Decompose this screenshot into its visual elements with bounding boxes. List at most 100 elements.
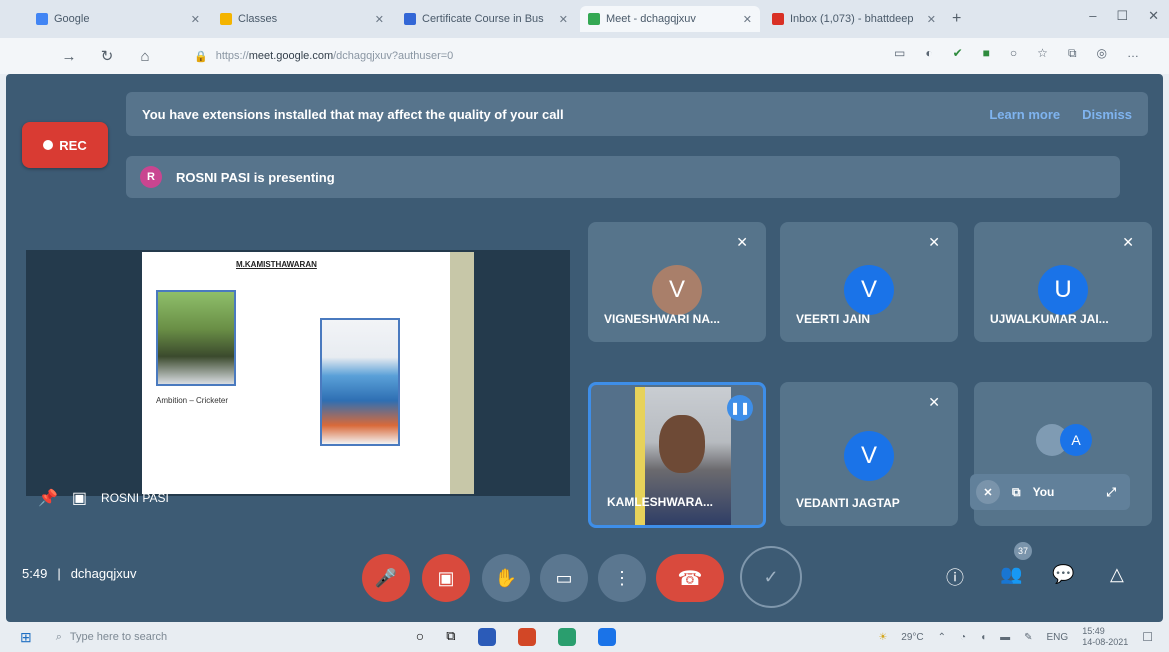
edge-icon[interactable] <box>557 628 576 646</box>
mic-off-icon[interactable]: ✕ <box>976 480 1000 504</box>
participant-name: VEDANTI JAGTAP <box>796 496 900 510</box>
presenter-name: ROSNI PASI <box>101 491 169 505</box>
avatar: U <box>1038 265 1088 315</box>
student-photo <box>156 290 236 386</box>
word-icon[interactable] <box>477 628 496 646</box>
participant-tile[interactable]: ✕ V VEERTI JAIN <box>780 222 958 342</box>
profile-icon[interactable]: ◎ <box>1097 46 1107 61</box>
volume-icon[interactable]: ◖ <box>980 632 986 643</box>
tab-label: Google <box>54 13 90 25</box>
chat-icon[interactable]: 💬 <box>1052 564 1074 585</box>
participant-name: KAMLESHWARA... <box>607 495 713 509</box>
pin-icon[interactable]: 📌 <box>38 488 58 508</box>
close-icon[interactable]: ✕ <box>375 13 384 26</box>
present-button[interactable]: ▭ <box>540 554 588 602</box>
close-icon[interactable]: ✕ <box>743 13 752 26</box>
tab-inbox[interactable]: Inbox (1,073) - bhattdeep ✕ <box>764 6 944 32</box>
camera-toggle-button[interactable]: ▣ <box>422 554 470 602</box>
minimize-icon[interactable]: – <box>1089 8 1096 24</box>
weather-icon[interactable]: ☀ <box>878 632 887 643</box>
new-tab-button[interactable]: + <box>952 10 961 28</box>
expand-icon[interactable]: ⤢ <box>1106 485 1130 500</box>
collections-icon[interactable]: ⧉ <box>1068 46 1077 61</box>
participant-name: VIGNESHWARI NA... <box>604 312 721 326</box>
participant-face <box>659 415 705 473</box>
reload-icon[interactable]: ↻ <box>98 47 116 65</box>
menu-icon[interactable]: … <box>1127 46 1139 61</box>
clock-time: 15:49 <box>1082 626 1105 636</box>
meet-icon <box>588 13 600 25</box>
people-icon[interactable]: 👥 <box>1000 564 1022 585</box>
tab-label: Certificate Course in Bus <box>422 13 544 25</box>
participant-count-badge: 37 <box>1014 542 1032 560</box>
taskbar-search[interactable]: ⌕ Type here to search <box>56 626 356 648</box>
tray-chevron-icon[interactable]: ⌃ <box>938 632 946 643</box>
clock[interactable]: 15:49 14-08-2021 <box>1082 626 1128 648</box>
powerpoint-icon[interactable] <box>517 628 536 646</box>
clock-date: 14-08-2021 <box>1082 637 1129 647</box>
frame-icon[interactable]: ⧉ <box>1012 485 1021 500</box>
mic-toggle-button[interactable]: 🎤 <box>362 554 410 602</box>
self-view-bar: ✕ ⧉ You ⤢ <box>970 474 1130 510</box>
network-icon[interactable]: ◔ <box>960 632 966 643</box>
address-bar[interactable]: 🔒 https://meet.google.com/dchagqjxuv?aut… <box>194 44 754 68</box>
close-window-icon[interactable]: ✕ <box>1148 8 1159 24</box>
close-icon[interactable]: ✕ <box>191 13 200 26</box>
meeting-time: 5:49 <box>22 566 48 581</box>
tab-label: Classes <box>238 13 278 25</box>
home-icon[interactable]: ⌂ <box>136 48 154 65</box>
more-options-button[interactable]: ⋮ <box>598 554 646 602</box>
recording-indicator[interactable]: REC <box>22 122 108 168</box>
task-view-icon[interactable]: ⧉ <box>446 628 455 646</box>
green-extension-icon[interactable]: ■ <box>983 46 990 61</box>
extension-icon[interactable]: ◐ <box>925 46 932 61</box>
info-icon[interactable]: ⓘ <box>946 564 964 590</box>
participant-tile-speaking[interactable]: ❚❚ KAMLESHWARA... <box>588 382 766 528</box>
mic-off-icon: ✕ <box>928 394 940 410</box>
tab-google[interactable]: Google ✕ <box>28 6 208 32</box>
participant-name: VEERTI JAIN <box>796 312 871 326</box>
battery-icon[interactable]: ▬ <box>1000 632 1010 643</box>
maximize-icon[interactable]: ☐ <box>1116 8 1128 24</box>
record-dot-icon <box>43 140 54 150</box>
windows-taskbar: ⊞ ⌕ Type here to search ○ ⧉ ☀ 29°C ⌃ ◔ ◖… <box>0 622 1169 652</box>
notifications-icon[interactable]: ☐ <box>1142 630 1153 644</box>
extensions-warning-banner: You have extensions installed that may a… <box>126 92 1148 136</box>
windows-start-icon[interactable]: ⊞ <box>20 629 32 646</box>
classroom-icon <box>220 13 232 25</box>
cortana-icon[interactable]: ○ <box>416 628 424 646</box>
pin-extension-icon[interactable]: ✔ <box>953 46 963 61</box>
dismiss-link[interactable]: Dismiss <box>1082 107 1132 122</box>
lock-icon: 🔒 <box>194 50 208 63</box>
participant-name: UJWALKUMAR JAI... <box>990 312 1109 326</box>
meeting-info: 5:49 | dchagqjxuv <box>22 566 136 581</box>
you-label: You <box>1032 485 1055 499</box>
weather-temp: 29°C <box>901 631 924 643</box>
pen-icon[interactable]: ✎ <box>1024 632 1032 643</box>
camera-extension-icon[interactable]: ▭ <box>894 46 905 61</box>
language-indicator[interactable]: ENG <box>1047 632 1069 643</box>
raise-hand-button[interactable]: ✋ <box>482 554 530 602</box>
extensions-puzzle-icon[interactable]: ○ <box>1010 46 1017 61</box>
leave-call-button[interactable]: ☎ <box>656 554 724 602</box>
tab-certificate[interactable]: Certificate Course in Bus ✕ <box>396 6 576 32</box>
participant-tile[interactable]: ✕ U UJWALKUMAR JAI... <box>974 222 1152 342</box>
presenter-avatar: R <box>140 166 162 188</box>
activities-icon[interactable]: △ <box>1110 564 1124 585</box>
back-icon[interactable]: → <box>60 48 78 65</box>
chrome-icon[interactable] <box>597 628 616 646</box>
url-prefix: https:// <box>215 50 249 62</box>
browser-tab-bar: Google ✕ Classes ✕ Certificate Course in… <box>0 0 1169 38</box>
url-path: /dchagqjxuv?authuser=0 <box>333 50 454 62</box>
tab-meet[interactable]: Meet - dchagqjxuv ✕ <box>580 6 760 32</box>
tab-classes[interactable]: Classes ✕ <box>212 6 392 32</box>
google-icon <box>36 13 48 25</box>
close-icon[interactable]: ✕ <box>559 13 568 26</box>
favorites-icon[interactable]: ☆ <box>1037 46 1048 61</box>
close-icon[interactable]: ✕ <box>927 13 936 26</box>
rec-label: REC <box>59 137 87 153</box>
participant-tile[interactable]: ✕ V VIGNESHWARI NA... <box>588 222 766 342</box>
extension-activity-button[interactable]: ✓ <box>740 546 802 608</box>
learn-more-link[interactable]: Learn more <box>989 107 1060 122</box>
participant-tile[interactable]: ✕ V VEDANTI JAGTAP <box>780 382 958 526</box>
